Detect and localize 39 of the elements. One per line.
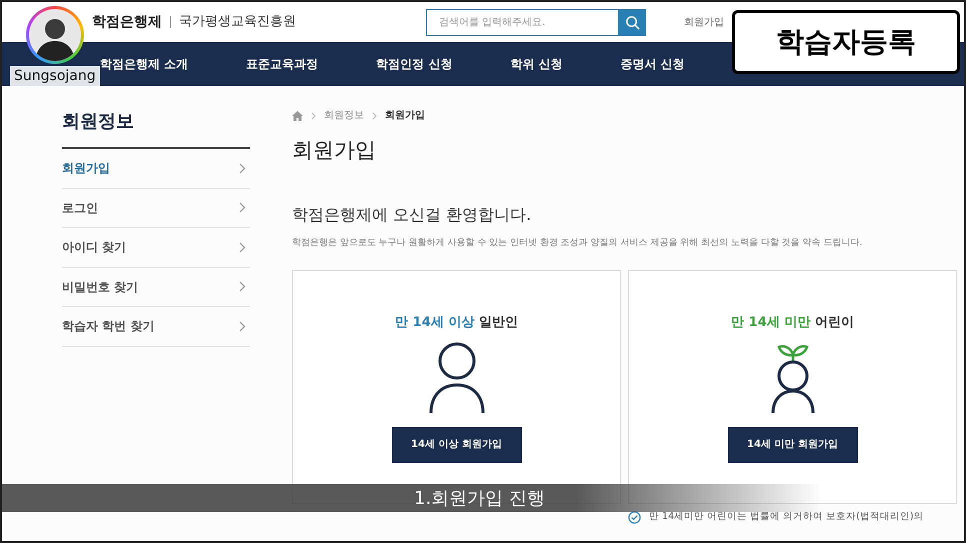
page-title: 회원가입 <box>292 137 377 164</box>
search-field[interactable]: 검색어를 입력해주세요. <box>426 8 619 36</box>
breadcrumb-item[interactable]: 회원가입 <box>385 108 425 123</box>
check-circle-icon <box>628 510 641 524</box>
signup-button[interactable]: 14세 미만 회원가입 <box>728 426 858 462</box>
sidebar-title: 회원정보 <box>62 108 250 149</box>
org-name: 국가평생교육진흥원 <box>179 13 296 32</box>
card-heading: 만 14세 미만 어린이 <box>731 314 854 332</box>
channel-name: Sungsojang <box>10 66 100 87</box>
notice-text: 만 14세미만 어린이는 법률에 의거하여 보호자(법적대리인)의 <box>649 510 924 524</box>
video-title-badge: 학습자등록 <box>732 10 960 74</box>
chevron-right-icon <box>239 242 246 253</box>
card-heading: 만 14세 이상 일반인 <box>395 314 518 332</box>
nav-menu-item[interactable]: 표준교육과정 <box>246 55 318 73</box>
sidebar-item[interactable]: 아이디 찾기 <box>62 228 250 268</box>
home-icon[interactable] <box>292 110 303 120</box>
nav-menu-item[interactable]: 학점은행제 소개 <box>100 55 188 73</box>
nav-menu-item[interactable]: 증명서 신청 <box>620 55 685 73</box>
chevron-right-icon <box>239 281 246 292</box>
chevron-right-icon <box>311 112 316 120</box>
sidebar-item[interactable]: 비밀번호 찾기 <box>62 268 250 307</box>
header-link[interactable]: 회원가입 <box>684 14 724 30</box>
person-icon <box>428 340 486 414</box>
chevron-right-icon <box>239 202 246 214</box>
nav-menu-item[interactable]: 학점인정 신청 <box>376 55 452 73</box>
chevron-right-icon <box>239 162 246 174</box>
breadcrumb-item[interactable]: 회원정보 <box>324 108 364 123</box>
chevron-right-icon <box>239 320 246 332</box>
chevron-right-icon <box>372 112 377 120</box>
search-button[interactable] <box>619 8 646 36</box>
nav-menu-item[interactable]: 학위 신청 <box>510 55 563 73</box>
search-icon <box>625 14 640 30</box>
sidebar-item[interactable]: 회원가입 <box>62 149 250 188</box>
signup-button[interactable]: 14세 이상 회원가입 <box>392 426 522 462</box>
sidebar-item[interactable]: 로그인 <box>62 188 250 228</box>
welcome-text: 학점은행은 앞으로도 누구나 원활하게 사용할 수 있는 인터넷 환경 조성과 양질의 서비스 제공을 위해 최선의 노력을 다할 것을 약속 드립니다. <box>292 236 864 250</box>
sidebar-item[interactable]: 학습자 학번 찾기 <box>62 307 250 346</box>
welcome-heading: 학점은행제에 오신걸 환영합니다. <box>292 204 532 226</box>
site-logo[interactable]: 학점은행제 <box>92 12 162 32</box>
